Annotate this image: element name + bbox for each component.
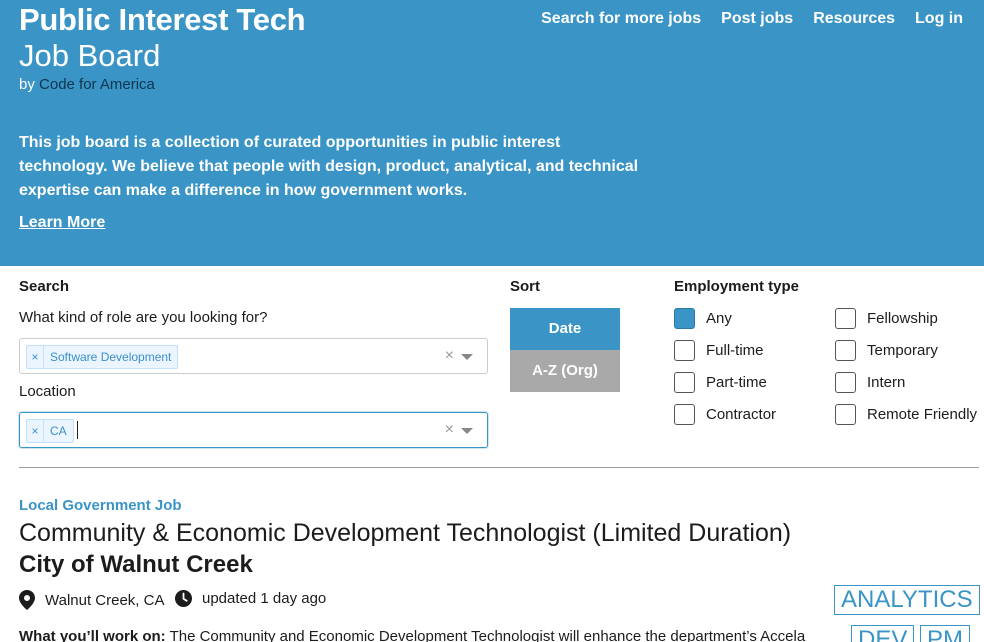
checkbox-label: Temporary: [867, 342, 938, 359]
location-tag: × CA: [26, 419, 74, 443]
employment-option-remote-friendly[interactable]: Remote Friendly: [835, 404, 977, 425]
checkbox[interactable]: [674, 308, 695, 329]
remove-tag-icon[interactable]: ×: [27, 346, 44, 368]
checkbox-label: Remote Friendly: [867, 406, 978, 423]
checkbox-label: Fellowship: [867, 310, 938, 327]
location-label: Location: [19, 383, 76, 400]
employment-option-temporary[interactable]: Temporary: [835, 340, 938, 361]
divider: [19, 467, 979, 468]
chevron-down-icon[interactable]: [461, 354, 473, 360]
location-tag-label: CA: [50, 424, 67, 438]
clock-icon: [175, 590, 192, 607]
employment-type-heading: Employment type: [674, 278, 800, 295]
job-organization: City of Walnut Creek: [19, 551, 253, 578]
main-nav: Search for more jobs Post jobs Resources…: [541, 9, 963, 29]
tag-badge-pm[interactable]: PM: [920, 625, 970, 642]
checkbox-label: Part-time: [706, 374, 767, 391]
clear-icon[interactable]: ×: [445, 421, 454, 439]
job-category: Local Government Job: [19, 497, 182, 514]
role-tag-label: Software Development: [50, 350, 172, 364]
site-subtitle[interactable]: Job Board: [19, 38, 160, 74]
nav-post-jobs[interactable]: Post jobs: [721, 9, 793, 29]
work-on-label: What you’ll work on:: [19, 628, 166, 642]
site-header: Public Interest Tech Job Board by Code f…: [0, 0, 984, 266]
employment-option-contractor[interactable]: Contractor: [674, 404, 776, 425]
checkbox[interactable]: [674, 340, 695, 361]
sort-az-button[interactable]: A-Z (Org): [510, 350, 620, 392]
sort-date-button[interactable]: Date: [510, 308, 620, 350]
checkbox[interactable]: [835, 308, 856, 329]
nav-resources[interactable]: Resources: [813, 9, 895, 29]
map-pin-icon: [19, 590, 35, 610]
employment-option-any[interactable]: Any: [674, 308, 732, 329]
nav-search-more-jobs[interactable]: Search for more jobs: [541, 9, 701, 29]
nav-log-in[interactable]: Log in: [915, 9, 963, 29]
job-updated-text: updated 1 day ago: [202, 590, 327, 607]
employment-option-part-time[interactable]: Part-time: [674, 372, 767, 393]
role-tag: × Software Development: [26, 345, 179, 369]
chevron-down-icon[interactable]: [461, 428, 473, 434]
job-title-link[interactable]: Community & Economic Development Technol…: [19, 517, 791, 549]
job-description: What you’ll work on: The Community and E…: [19, 628, 805, 642]
intro-text: This job board is a collection of curate…: [19, 134, 639, 199]
job-location-text: Walnut Creek, CA: [45, 591, 165, 609]
checkbox-label: Full-time: [706, 342, 764, 359]
checkbox[interactable]: [674, 404, 695, 425]
checkbox[interactable]: [835, 404, 856, 425]
checkbox-label: Intern: [867, 374, 906, 391]
checkbox[interactable]: [674, 372, 695, 393]
role-question: What kind of role are you looking for?: [19, 309, 268, 326]
checkbox-label: Contractor: [706, 406, 777, 423]
job-location: Walnut Creek, CA: [19, 590, 164, 610]
employment-option-intern[interactable]: Intern: [835, 372, 905, 393]
location-select[interactable]: × CA ×: [19, 412, 488, 448]
tag-badge-dev[interactable]: DEV: [851, 625, 915, 642]
sort-heading: Sort: [510, 278, 540, 295]
org-link[interactable]: Code for America: [39, 76, 155, 93]
site-title[interactable]: Public Interest Tech: [19, 2, 306, 38]
job-updated: updated 1 day ago: [175, 590, 326, 607]
employment-option-full-time[interactable]: Full-time: [674, 340, 764, 361]
search-heading: Search: [19, 278, 70, 295]
learn-more-link[interactable]: Learn More: [19, 212, 105, 234]
byline: by Code for America: [19, 75, 155, 95]
clear-icon[interactable]: ×: [445, 347, 454, 365]
byline-prefix: by: [19, 76, 35, 93]
checkbox-label: Any: [706, 310, 732, 327]
role-select[interactable]: × Software Development ×: [19, 338, 488, 374]
checkbox[interactable]: [835, 340, 856, 361]
remove-tag-icon[interactable]: ×: [27, 420, 44, 442]
checkbox[interactable]: [835, 372, 856, 393]
text-cursor: [77, 421, 78, 439]
work-on-text: The Community and Economic Development T…: [169, 628, 806, 642]
tag-badge-analytics[interactable]: ANALYTICS: [834, 585, 980, 615]
employment-option-fellowship[interactable]: Fellowship: [835, 308, 938, 329]
